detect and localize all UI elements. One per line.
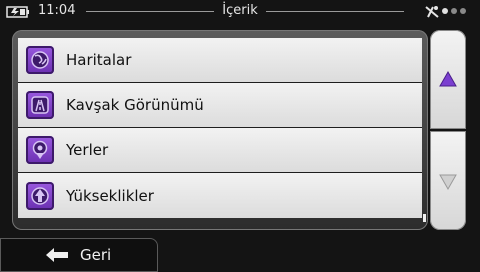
triangle-down-icon [439,174,457,191]
clock: 11:04 [38,3,76,18]
battery-icon [6,6,29,18]
list-item-label: Kavşak Görünümü [66,96,204,114]
arrow-left-icon [46,248,68,262]
page-indicator [442,8,466,14]
maps-icon [26,46,54,74]
scroll-down-button[interactable] [430,131,466,230]
list-item-label: Yerler [66,141,109,159]
list-item-label: Haritalar [66,51,132,69]
back-button[interactable]: Geri [0,238,158,272]
list-item-label: Yükseklikler [66,186,154,205]
content-list[interactable]: Haritalar Kavşak Görünümü Yerler Yüksekl… [18,38,422,222]
page-dot [460,8,466,14]
page-title: İçerik [222,3,258,18]
junction-view-icon [26,91,54,119]
scrollbar-thumb[interactable] [423,214,426,222]
list-item-junction-view[interactable]: Kavşak Görünümü [18,83,422,128]
status-divider-left [86,11,214,12]
page-dot-active [442,8,448,14]
places-icon [26,136,54,164]
page-dot [451,8,457,14]
back-button-label: Geri [80,246,112,264]
elevations-icon [26,181,54,210]
status-bar: 11:04 İçerik [0,0,480,24]
triangle-up-icon [439,70,457,87]
list-item-places[interactable]: Yerler [18,128,422,173]
status-divider-right [266,11,404,12]
list-item-elevations[interactable]: Yükseklikler [18,173,422,218]
list-item-maps[interactable]: Haritalar [18,38,422,83]
scroll-up-button[interactable] [430,30,466,129]
gps-icon [425,6,439,18]
